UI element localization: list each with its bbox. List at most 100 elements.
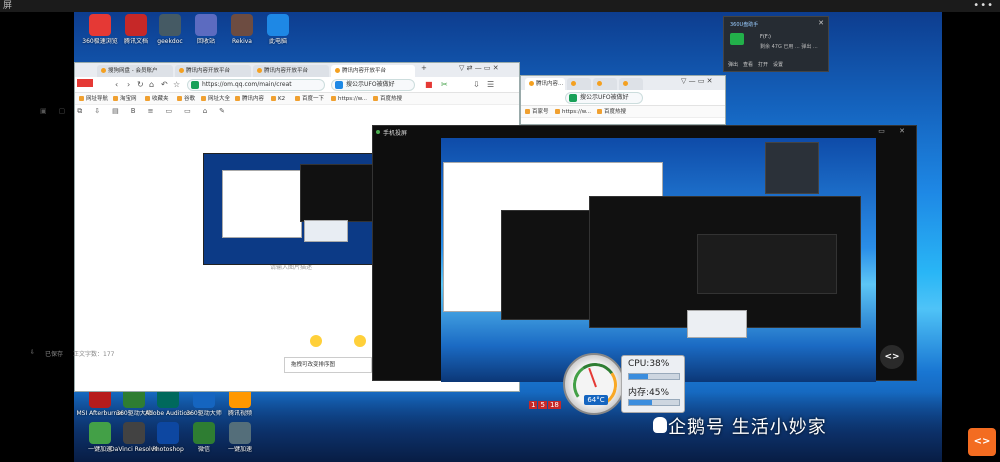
download-icon[interactable]: ⇩ xyxy=(473,80,480,89)
widget-buttons: 弹出 查看 打开 设置 xyxy=(728,61,783,68)
bookmark-item[interactable]: 收藏夹 xyxy=(145,93,169,105)
watermark: 企鹅号 生活小妙家 xyxy=(668,417,827,438)
preview-button[interactable] xyxy=(354,335,366,347)
editor-tool-icon[interactable]: B xyxy=(131,107,136,116)
snapshot-gauge xyxy=(304,220,348,242)
nested-mirror-3 xyxy=(697,234,837,294)
extension-icon[interactable]: ■ xyxy=(425,80,433,89)
stat-box: 18 xyxy=(547,401,561,409)
corner-logo[interactable]: <> xyxy=(968,428,996,456)
drive-name: F(F:) xyxy=(760,34,771,40)
usage-meters: CPU:38% 内存:45% xyxy=(621,355,685,413)
tab-secondary-4[interactable] xyxy=(619,78,643,90)
forward-icon[interactable]: › xyxy=(127,80,130,89)
status-dot-icon xyxy=(376,130,380,134)
bookmark-item[interactable]: 网址大全 xyxy=(201,93,230,105)
usb-drive-widget[interactable]: 360U盘助手 ✕ F(F:) 剩余 47G 已用 ... 弹出 ... 弹出 … xyxy=(723,16,829,72)
tab-secondary-2[interactable] xyxy=(567,78,591,90)
publish-button[interactable] xyxy=(310,335,322,347)
editor-tool-icon[interactable]: ▢ xyxy=(59,107,66,116)
bookmark-item[interactable]: https://w... xyxy=(555,106,591,118)
refresh-icon[interactable]: ↻ xyxy=(137,80,144,89)
editor-tool-icon[interactable]: ▣ xyxy=(40,107,47,116)
home-icon[interactable]: ⌂ xyxy=(149,80,154,89)
search-input[interactable]: 搜公示UFO被做好 xyxy=(565,92,643,104)
undo-icon[interactable]: ↶ xyxy=(161,80,168,89)
embedded-screenshot xyxy=(203,153,375,265)
bookmark-item[interactable]: 腾讯内容 xyxy=(235,93,264,105)
tab-secondary-3[interactable] xyxy=(593,78,617,90)
bookmark-item[interactable]: 淘宝网 xyxy=(113,93,137,105)
usb-drive-icon xyxy=(730,33,744,45)
penguin-logo-icon xyxy=(653,417,667,433)
wechat-icon xyxy=(193,422,215,444)
widget-button-view[interactable]: 查看 xyxy=(743,61,753,68)
bookmark-item[interactable]: K2 xyxy=(271,93,285,105)
download-icon[interactable]: ⇩ xyxy=(30,349,35,358)
bookmark-bar: 百家号 https://w... 百度热搜 xyxy=(521,106,725,118)
desktop-icon-label: 腾讯视频 xyxy=(227,410,252,417)
bookmark-item[interactable]: 百度一下 xyxy=(295,93,324,105)
bookmark-item[interactable]: https://w... xyxy=(331,93,367,105)
word-count: 正文字数：177 xyxy=(73,351,115,358)
star-icon[interactable]: ☆ xyxy=(173,80,180,89)
search-input[interactable]: 搜公示UFO被做好 xyxy=(331,79,415,91)
drive-usage: 剩余 47G 已用 ... 弹出 ... xyxy=(760,44,818,50)
window-controls[interactable]: ▽ ⇄ — ▭ ✕ xyxy=(459,64,499,72)
bookmark-item[interactable]: 百度热搜 xyxy=(373,93,402,105)
editor-tool-icon[interactable]: ⌂ xyxy=(203,107,207,116)
app-icon xyxy=(229,422,251,444)
favicon-icon xyxy=(529,81,534,86)
top-bar: 屏 ••• xyxy=(0,0,1000,12)
browser-window-secondary[interactable]: 腾讯内容... ▽ — ▭ ✕ 搜公示UFO被做好 百家号 https://w.… xyxy=(520,75,726,125)
mirror-screen xyxy=(441,138,876,382)
window-controls[interactable]: ▭ ✕ xyxy=(878,127,911,135)
bookmark-item[interactable]: 百家号 xyxy=(525,106,549,118)
editor-tool-icon[interactable]: ▭ xyxy=(184,107,191,116)
toolbar: ☰ ‹ › ↻ ⌂ ↶ ☆ https://om.qq.com/main/cre… xyxy=(75,77,519,93)
close-icon[interactable]: ✕ xyxy=(818,19,824,27)
address-bar[interactable]: https://om.qq.com/main/creat xyxy=(187,79,325,91)
tab-2[interactable]: 腾讯内容开放平台 xyxy=(175,65,251,77)
editor-tool-icon[interactable]: ⇩ xyxy=(94,107,100,116)
menu-icon[interactable]: ☰ xyxy=(487,80,494,89)
desktop-icon-bottom-9[interactable]: 一键加速 xyxy=(214,422,266,454)
editor-tool-icon[interactable]: ✎ xyxy=(219,107,225,116)
favicon-icon xyxy=(257,68,262,73)
app-icon xyxy=(231,14,253,36)
desktop-icon-top-5[interactable]: 此电脑 xyxy=(252,14,304,46)
photoshop-icon xyxy=(157,422,179,444)
editor-tool-icon[interactable]: ▭ xyxy=(165,107,172,116)
search-icon xyxy=(335,81,343,89)
bookmark-item[interactable]: 百度热搜 xyxy=(597,106,626,118)
tab-3[interactable]: 腾讯内容开放平台 xyxy=(253,65,329,77)
widget-button-settings[interactable]: 设置 xyxy=(773,61,783,68)
back-icon[interactable]: ‹ xyxy=(115,80,118,89)
favicon-icon xyxy=(179,68,184,73)
tab-4[interactable]: 腾讯内容开放平台 xyxy=(331,65,415,77)
new-tab-icon[interactable]: + xyxy=(421,64,427,72)
expand-code-icon[interactable]: <> xyxy=(880,345,904,369)
system-monitor[interactable]: 64°C CPU:38% 内存:45% xyxy=(563,353,685,415)
tab-secondary-1[interactable]: 腾讯内容... xyxy=(525,78,565,90)
editor-tool-icon[interactable]: ⧉ xyxy=(77,107,82,116)
cpu-bar xyxy=(628,373,680,380)
top-bar-mark: 屏 xyxy=(3,1,13,11)
editor-toolbar: ▣ ▢ ⧉ ⇩ ▤ B ≡ ▭ ▭ ⌂ ✎ xyxy=(40,107,225,116)
bookmark-item[interactable]: 网址导航 xyxy=(79,93,108,105)
desktop-icon-label: 此电脑 xyxy=(268,38,287,45)
drag-tooltip: 拖拽可改变排序图 xyxy=(284,357,372,373)
bookmark-item[interactable]: 谷歌 xyxy=(177,93,195,105)
editor-tool-icon[interactable]: ▤ xyxy=(112,107,119,116)
widget-button-eject[interactable]: 弹出 xyxy=(728,61,738,68)
more-menu-icon[interactable]: ••• xyxy=(973,0,994,12)
memory-bar xyxy=(628,399,680,406)
widget-button-open[interactable]: 打开 xyxy=(758,61,768,68)
editor-tool-icon[interactable]: ≡ xyxy=(148,107,154,116)
tab-1[interactable]: 搜狗网盘 - 会员账户 xyxy=(97,65,173,77)
window-controls[interactable]: ▽ — ▭ ✕ xyxy=(681,77,713,85)
extension-icon[interactable]: ✂ xyxy=(441,80,448,89)
phone-mirror-window[interactable]: 手机投屏 ▭ ✕ xyxy=(372,125,917,382)
desktop-icon-label: 一键加速 xyxy=(227,446,252,453)
snapshot-window xyxy=(222,170,302,238)
